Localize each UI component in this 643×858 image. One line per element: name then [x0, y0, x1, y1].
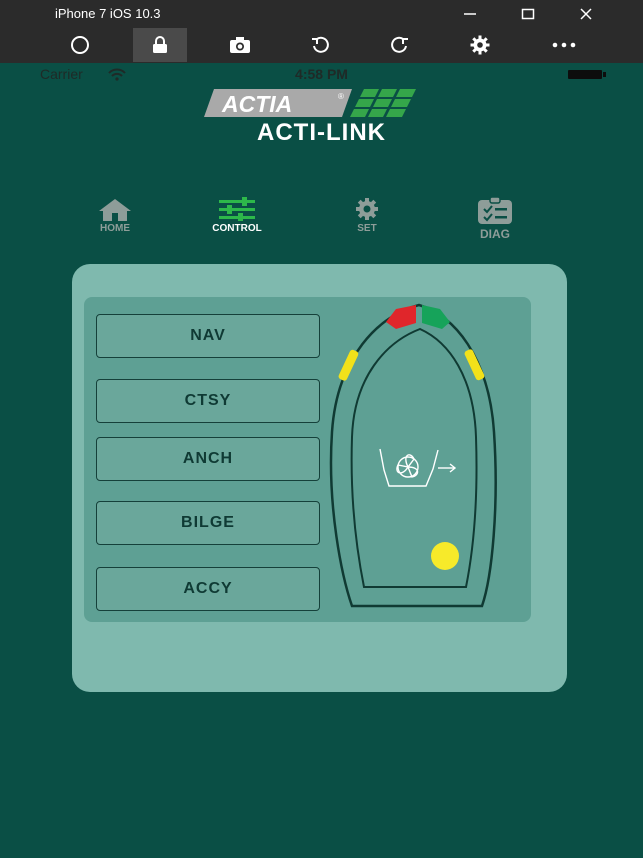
phone-screen: Carrier 4:58 PM ACTIA ® ACTI-LINK HOME C…	[0, 63, 643, 858]
nav-lights-label: NAV	[190, 327, 226, 344]
courtesy-lights-label: CTSY	[184, 392, 232, 409]
accessory-button[interactable]: ACCY	[96, 567, 320, 611]
app-title: ACTI-LINK	[257, 119, 386, 146]
lock-icon	[153, 36, 167, 53]
close-icon[interactable]	[566, 0, 606, 28]
port-nav-light	[386, 305, 416, 329]
home-button[interactable]	[53, 28, 107, 62]
screenshot-button[interactable]	[213, 28, 267, 62]
bilge-pump-label: BILGE	[181, 514, 235, 531]
control-panel-inner: NAV CTSY ANCH BILGE ACCY	[84, 297, 531, 622]
rotate-left-icon	[312, 36, 329, 53]
fan-icon	[379, 448, 457, 487]
tab-diag[interactable]: DIAG	[450, 197, 540, 241]
maximize-icon[interactable]	[508, 0, 548, 28]
gear-icon	[470, 35, 490, 55]
simulator-title-bar: iPhone 7 iOS 10.3	[0, 0, 643, 63]
tab-control-label: CONTROL	[212, 223, 262, 234]
svg-text:ACTIA: ACTIA	[221, 91, 292, 117]
anchor-light-label: ANCH	[182, 450, 234, 467]
more-icon	[552, 42, 576, 48]
battery-icon	[568, 70, 602, 79]
lock-button[interactable]	[133, 28, 187, 62]
status-light	[431, 542, 459, 570]
svg-text:®: ®	[338, 92, 344, 101]
tab-home-label: HOME	[100, 223, 130, 234]
bilge-pump-button[interactable]: BILGE	[96, 501, 320, 545]
tab-home[interactable]: HOME	[70, 197, 160, 241]
gear-icon	[356, 198, 378, 220]
clipboard-check-icon	[478, 197, 512, 224]
tab-set-label: SET	[357, 223, 377, 234]
actia-logo: ACTIA ®	[204, 89, 416, 117]
tab-control[interactable]: CONTROL	[192, 197, 282, 241]
home-circle-icon	[71, 36, 89, 54]
control-panel: NAV CTSY ANCH BILGE ACCY	[72, 264, 567, 692]
more-button[interactable]	[537, 28, 591, 62]
accessory-label: ACCY	[183, 580, 233, 597]
rotate-right-button[interactable]	[373, 28, 427, 62]
port-courtesy-light	[338, 349, 359, 381]
tab-set[interactable]: SET	[322, 197, 412, 241]
status-bar: Carrier 4:58 PM	[0, 63, 643, 85]
starboard-nav-light	[422, 305, 450, 329]
tab-diag-label: DIAG	[480, 227, 510, 241]
home-icon	[99, 199, 131, 221]
boat-diagram	[329, 303, 497, 608]
simulator-title: iPhone 7 iOS 10.3	[55, 6, 161, 21]
nav-lights-button[interactable]: NAV	[96, 314, 320, 358]
status-time: 4:58 PM	[295, 66, 348, 82]
sliders-icon	[219, 197, 255, 221]
anchor-light-button[interactable]: ANCH	[96, 437, 320, 481]
rotate-right-icon	[391, 36, 408, 53]
courtesy-lights-button[interactable]: CTSY	[96, 379, 320, 423]
camera-icon	[230, 37, 250, 53]
settings-button[interactable]	[453, 28, 507, 62]
rotate-left-button[interactable]	[293, 28, 347, 62]
battery-tip	[603, 72, 606, 77]
minimize-icon[interactable]	[450, 0, 490, 28]
